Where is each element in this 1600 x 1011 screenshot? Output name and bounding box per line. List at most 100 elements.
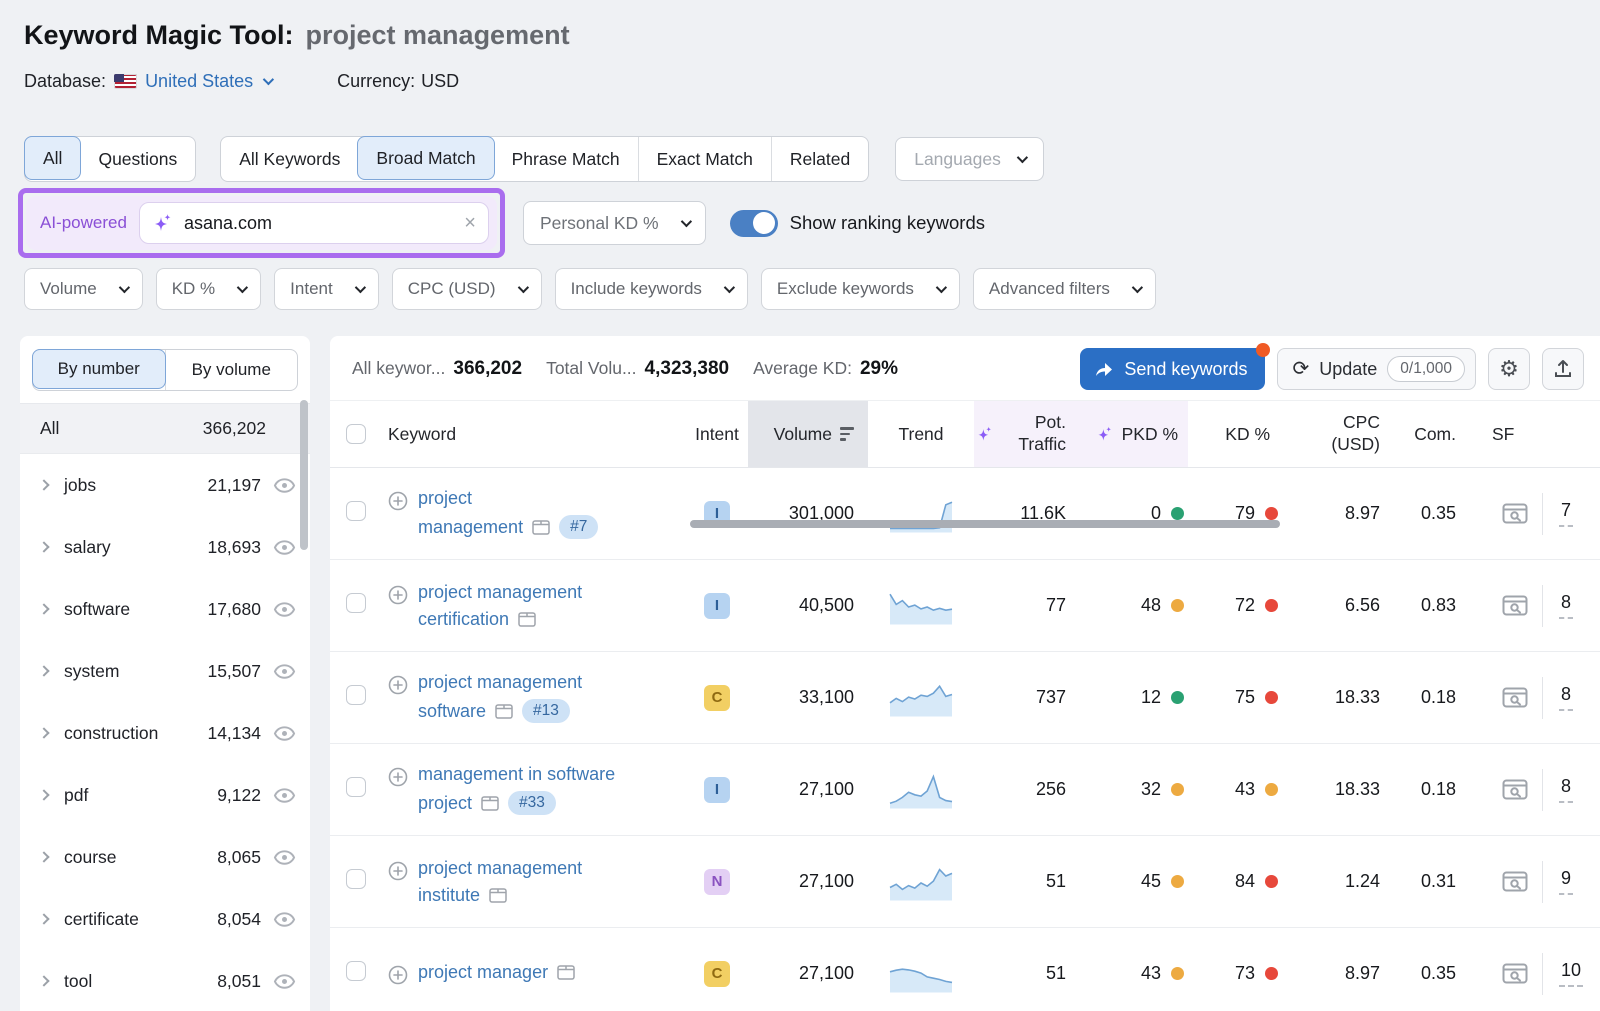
eye-icon[interactable] (273, 970, 296, 993)
select-all-checkbox[interactable] (346, 424, 366, 444)
ranking-position-badge[interactable]: #33 (508, 791, 556, 815)
column-header-intent[interactable]: Intent (686, 401, 748, 467)
keyword-link[interactable]: project (418, 488, 472, 509)
serp-features-icon[interactable] (481, 796, 499, 811)
match-type-tab[interactable]: Broad Match (357, 136, 494, 180)
keyword-group-row[interactable]: salary 18,693 (20, 516, 310, 578)
keyword-link[interactable]: project (418, 793, 472, 814)
keyword-group-row[interactable]: tool 8,051 (20, 950, 310, 1011)
export-button[interactable] (1542, 348, 1584, 390)
column-header-pot-traffic[interactable]: Pot. Traffic (974, 401, 1092, 467)
clear-search-icon[interactable]: × (464, 213, 476, 233)
row-checkbox[interactable] (346, 869, 366, 889)
sf-count[interactable]: 8 (1559, 776, 1573, 803)
column-header-keyword[interactable]: Keyword (388, 401, 686, 467)
add-keyword-icon[interactable] (388, 767, 408, 787)
row-checkbox[interactable] (346, 961, 366, 981)
eye-icon[interactable] (273, 908, 296, 931)
languages-dropdown[interactable]: Languages (895, 137, 1044, 181)
eye-icon[interactable] (273, 474, 296, 497)
add-keyword-icon[interactable] (388, 965, 408, 985)
keyword-link[interactable]: software (418, 701, 486, 722)
column-header-trend[interactable]: Trend (868, 401, 974, 467)
keyword-link[interactable]: project manager (418, 962, 548, 983)
add-keyword-icon[interactable] (388, 491, 408, 511)
keyword-link[interactable]: management (418, 517, 523, 538)
ranking-position-badge[interactable]: #13 (522, 699, 570, 723)
match-type-tab[interactable]: Related (771, 137, 868, 181)
row-checkbox[interactable] (346, 685, 366, 705)
expand-chevron-icon[interactable] (38, 665, 49, 676)
intent-badge[interactable]: I (704, 593, 730, 619)
intent-badge[interactable]: I (704, 777, 730, 803)
keyword-group-row[interactable]: software 17,680 (20, 578, 310, 640)
expand-chevron-icon[interactable] (38, 727, 49, 738)
eye-icon[interactable] (273, 846, 296, 869)
chevron-down-icon[interactable] (263, 73, 274, 84)
intent-badge[interactable]: C (704, 961, 730, 987)
match-type-tab[interactable]: Exact Match (638, 137, 771, 181)
row-checkbox[interactable] (346, 777, 366, 797)
sidebar-scrollbar[interactable] (300, 400, 308, 550)
match-type-tab[interactable]: Questions (80, 137, 195, 181)
horizontal-scrollbar[interactable] (690, 520, 1280, 528)
eye-icon[interactable] (273, 722, 296, 745)
sidebar-sort-tab[interactable]: By volume (165, 350, 298, 390)
serp-preview-icon[interactable] (1502, 687, 1528, 708)
eye-icon[interactable] (273, 536, 296, 559)
keyword-link[interactable]: institute (418, 885, 480, 906)
send-keywords-button[interactable]: Send keywords (1080, 348, 1265, 390)
eye-icon[interactable] (273, 784, 296, 807)
column-header-volume[interactable]: Volume (748, 401, 868, 467)
sf-count[interactable]: 7 (1559, 500, 1573, 527)
filter-dropdown[interactable]: Volume (24, 268, 143, 310)
expand-chevron-icon[interactable] (38, 851, 49, 862)
sidebar-item-all[interactable]: All 366,202 (20, 404, 310, 454)
keyword-link[interactable]: project management (418, 672, 582, 693)
column-header-kd[interactable]: KD % (1188, 401, 1280, 467)
ranking-position-badge[interactable]: #7 (559, 515, 598, 539)
keyword-group-row[interactable]: construction 14,134 (20, 702, 310, 764)
keyword-link[interactable]: management in software (418, 764, 615, 785)
row-checkbox[interactable] (346, 593, 366, 613)
intent-badge[interactable]: C (704, 685, 730, 711)
keyword-link[interactable]: project management (418, 582, 582, 603)
serp-features-icon[interactable] (532, 520, 550, 535)
keyword-link[interactable]: certification (418, 609, 509, 630)
intent-badge[interactable]: N (704, 869, 730, 895)
keyword-search-field[interactable]: × (139, 202, 489, 244)
expand-chevron-icon[interactable] (38, 913, 49, 924)
serp-features-icon[interactable] (495, 704, 513, 719)
filter-dropdown[interactable]: Include keywords (555, 268, 748, 310)
keyword-group-row[interactable]: certificate 8,054 (20, 888, 310, 950)
database-selector[interactable]: United States (145, 71, 253, 92)
filter-dropdown[interactable]: Exclude keywords (761, 268, 960, 310)
add-keyword-icon[interactable] (388, 585, 408, 605)
serp-preview-icon[interactable] (1502, 503, 1528, 524)
serp-features-icon[interactable] (489, 888, 507, 903)
table-settings-button[interactable]: ⚙ (1488, 348, 1530, 390)
serp-features-icon[interactable] (557, 965, 575, 980)
filter-dropdown[interactable]: KD % (156, 268, 261, 310)
serp-features-icon[interactable] (518, 612, 536, 627)
add-keyword-icon[interactable] (388, 675, 408, 695)
row-checkbox[interactable] (346, 501, 366, 521)
keyword-link[interactable]: project management (418, 858, 582, 879)
expand-chevron-icon[interactable] (38, 603, 49, 614)
column-header-sf[interactable]: SF (1462, 401, 1528, 467)
keyword-group-row[interactable]: pdf 9,122 (20, 764, 310, 826)
show-ranking-keywords-toggle[interactable] (730, 210, 778, 237)
column-header-pkd[interactable]: PKD % (1092, 401, 1188, 467)
sf-count[interactable]: 8 (1559, 592, 1573, 619)
sidebar-sort-tab[interactable]: By number (32, 349, 166, 389)
keyword-group-row[interactable]: course 8,065 (20, 826, 310, 888)
expand-chevron-icon[interactable] (38, 789, 49, 800)
column-header-cpc[interactable]: CPC (USD) (1280, 401, 1380, 467)
filter-dropdown[interactable]: CPC (USD) (392, 268, 542, 310)
sf-count[interactable]: 9 (1559, 868, 1573, 895)
serp-preview-icon[interactable] (1502, 595, 1528, 616)
sf-count[interactable]: 8 (1559, 684, 1573, 711)
eye-icon[interactable] (273, 660, 296, 683)
keyword-group-row[interactable]: jobs 21,197 (20, 454, 310, 516)
eye-icon[interactable] (273, 598, 296, 621)
